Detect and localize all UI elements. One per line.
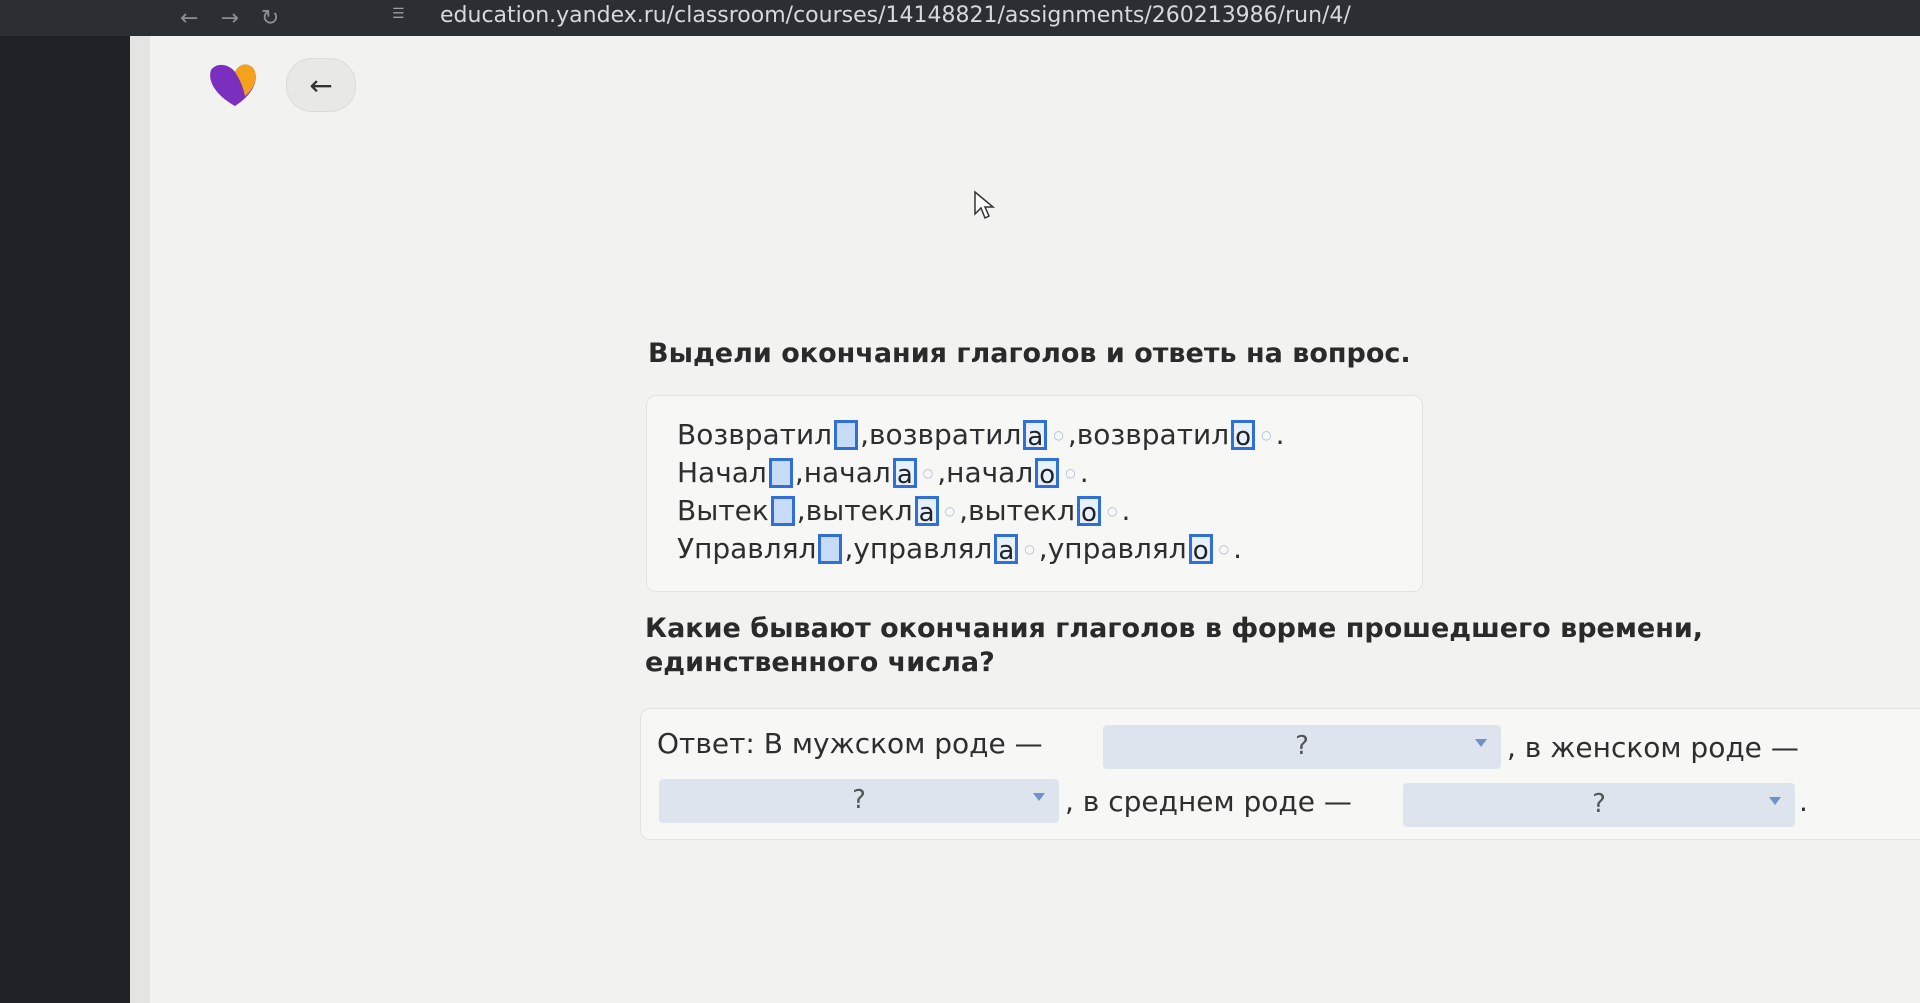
arrow-left-icon: ← bbox=[309, 68, 333, 102]
ending-slot[interactable]: а bbox=[914, 495, 939, 527]
verb-stem: возвратил bbox=[868, 418, 1022, 451]
site-settings-icon[interactable]: ☰ bbox=[392, 6, 405, 22]
browser-nav: ← → ↻ bbox=[180, 0, 279, 36]
select-value: ? bbox=[1592, 789, 1606, 819]
separator: , bbox=[796, 494, 806, 527]
dot-icon: ○ bbox=[1218, 541, 1230, 556]
verb-stem: начал bbox=[803, 456, 891, 489]
separator: , bbox=[860, 418, 869, 451]
separator: , bbox=[794, 456, 804, 489]
dot-icon: ○ bbox=[944, 503, 956, 518]
separator: , bbox=[844, 532, 854, 565]
verb-line-3: Вытек , вытекл а ○ , вытекл о ○ . bbox=[677, 494, 1130, 527]
feminine-label: , в женском роде — bbox=[1507, 731, 1799, 764]
separator: , bbox=[959, 494, 969, 527]
verb-line-1: Возвратил , возвратил а ○ , возвратил о … bbox=[677, 418, 1284, 451]
ending-slot[interactable]: о bbox=[1188, 533, 1213, 565]
dot-icon: ○ bbox=[1065, 465, 1076, 480]
reload-icon[interactable]: ↻ bbox=[261, 6, 279, 31]
verb-stem: начал bbox=[946, 456, 1034, 489]
verb-stem: управлял bbox=[1047, 532, 1187, 565]
verb-stem: Управлял bbox=[677, 532, 817, 565]
ending-slot[interactable] bbox=[834, 419, 859, 450]
separator: , bbox=[937, 456, 947, 489]
verb-line-2: Начал , начал а ○ , начал о ○ . bbox=[677, 456, 1089, 489]
verb-stem: управлял bbox=[853, 532, 993, 565]
ending-slot[interactable] bbox=[770, 495, 795, 526]
chevron-down-icon bbox=[1475, 739, 1487, 747]
verb-stem: вытекл bbox=[805, 494, 913, 527]
dot-icon: ○ bbox=[922, 465, 934, 480]
heart-logo-icon[interactable] bbox=[205, 62, 261, 110]
task-title: Выдели окончания глаголов и ответь на во… bbox=[648, 338, 1411, 369]
neuter-label: , в среднем роде — bbox=[1065, 785, 1352, 818]
mouse-cursor-icon bbox=[974, 190, 996, 220]
browser-back-icon[interactable]: ← bbox=[180, 6, 198, 31]
address-bar[interactable]: education.yandex.ru/classroom/courses/14… bbox=[440, 2, 1351, 30]
separator: . bbox=[1233, 532, 1243, 565]
separator: . bbox=[1121, 494, 1131, 527]
ending-slot[interactable]: а bbox=[1023, 419, 1048, 451]
dot-icon: ○ bbox=[1024, 541, 1035, 556]
verb-stem: Начал bbox=[677, 456, 767, 489]
verb-line-4: Управлял , управлял а ○ , управлял о ○ . bbox=[677, 532, 1242, 565]
separator: , bbox=[1067, 418, 1077, 451]
ending-slot[interactable]: о bbox=[1231, 419, 1256, 451]
dot-icon: ○ bbox=[1107, 503, 1118, 518]
verbs-card: Возвратил , возвратил а ○ , возвратил о … bbox=[646, 395, 1423, 592]
verb-stem: возвратил bbox=[1076, 418, 1230, 451]
answer-card: Ответ: В мужском роде — ? , в женском ро… bbox=[640, 708, 1920, 840]
ending-slot[interactable]: а bbox=[892, 457, 917, 489]
browser-toolbar: ← → ↻ ☰ education.yandex.ru/classroom/co… bbox=[0, 0, 1920, 36]
answer-end: . bbox=[1799, 785, 1808, 818]
verb-stem: Возвратил bbox=[677, 418, 833, 451]
dot-icon: ○ bbox=[1261, 427, 1272, 442]
back-button[interactable]: ← bbox=[286, 58, 356, 112]
verb-stem: Вытек bbox=[677, 494, 769, 527]
page-edge bbox=[130, 36, 150, 1003]
chevron-down-icon bbox=[1033, 793, 1045, 801]
browser-forward-icon[interactable]: → bbox=[220, 6, 238, 31]
chevron-down-icon bbox=[1769, 797, 1781, 805]
select-value: ? bbox=[852, 785, 866, 815]
ending-slot[interactable]: о bbox=[1035, 457, 1060, 489]
ending-slot[interactable] bbox=[818, 533, 843, 564]
ending-slot[interactable]: о bbox=[1077, 495, 1101, 527]
separator: , bbox=[1038, 532, 1048, 565]
masculine-select[interactable]: ? bbox=[1103, 725, 1501, 769]
separator: . bbox=[1079, 456, 1089, 489]
neuter-select[interactable]: ? bbox=[1403, 783, 1795, 827]
answer-prefix: Ответ: В мужском роде — bbox=[657, 727, 1043, 760]
feminine-select[interactable]: ? bbox=[659, 779, 1059, 823]
separator: . bbox=[1275, 418, 1285, 451]
ending-slot[interactable]: а bbox=[994, 533, 1019, 565]
question-text: Какие бывают окончания глаголов в форме … bbox=[645, 613, 1704, 678]
select-value: ? bbox=[1295, 731, 1309, 761]
ending-slot[interactable] bbox=[768, 457, 793, 488]
verb-stem: вытекл bbox=[968, 494, 1075, 527]
dot-icon: ○ bbox=[1053, 427, 1064, 442]
